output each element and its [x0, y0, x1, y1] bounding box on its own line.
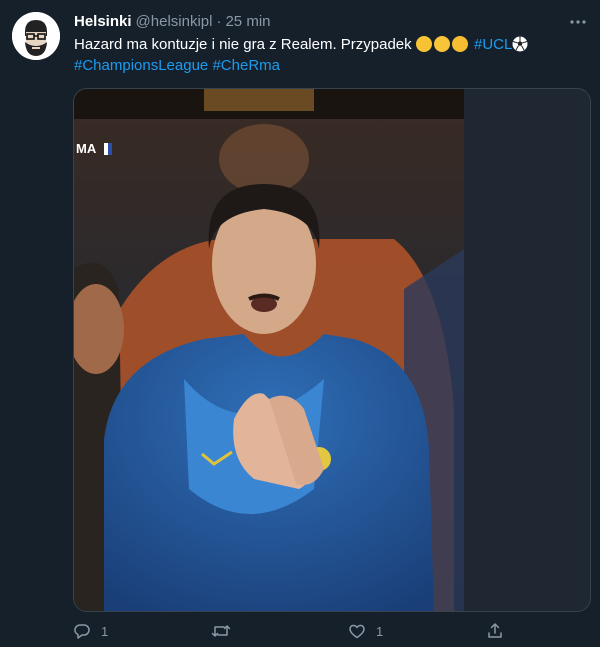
tweet-header: Helsinki @helsinkipl · 25 min — [74, 11, 271, 31]
avatar-illustration — [12, 12, 60, 60]
like-button[interactable]: 1 — [348, 620, 383, 642]
hashtag-championsleague[interactable]: #ChampionsLeague — [74, 57, 208, 74]
like-count: 1 — [376, 623, 384, 639]
tweet-text: Hazard ma kontuzje i nie gra z Realem. P… — [74, 34, 574, 76]
share-button[interactable] — [486, 620, 504, 642]
reply-icon — [74, 624, 90, 639]
grinning-sweat-emoji — [433, 36, 450, 52]
reply-count: 1 — [101, 623, 109, 639]
hashtag-cherma[interactable]: #CheRma — [212, 57, 280, 74]
hashtag-ucl[interactable]: #UCL — [474, 36, 512, 53]
more-icon — [570, 20, 586, 24]
tweet-text-main: Hazard ma kontuzje i nie gra z Realem. P… — [74, 36, 416, 53]
author-name[interactable]: Helsinki — [74, 13, 132, 30]
more-options-button[interactable] — [568, 12, 588, 32]
retweet-icon — [211, 625, 231, 637]
author-handle[interactable]: @helsinkipl — [136, 13, 213, 30]
timestamp[interactable]: 25 min — [225, 13, 270, 30]
tears-of-joy-emoji — [451, 36, 468, 52]
tweet-actions: 1 1 — [73, 620, 523, 646]
reply-button[interactable]: 1 — [73, 620, 108, 642]
tweet[interactable]: Helsinki @helsinkipl · 25 min Hazard ma … — [0, 0, 600, 647]
tweet-media[interactable]: MA — [73, 88, 591, 612]
retweet-button[interactable] — [211, 620, 241, 642]
share-icon — [488, 623, 502, 638]
separator-dot: · — [216, 12, 222, 30]
media-overlay-text: MA — [76, 141, 97, 156]
avatar[interactable] — [12, 12, 60, 60]
like-icon — [349, 624, 365, 639]
soccer-ball-emoji — [512, 36, 528, 52]
media-photo: MA — [74, 89, 590, 611]
thinking-face-emoji — [415, 36, 432, 52]
